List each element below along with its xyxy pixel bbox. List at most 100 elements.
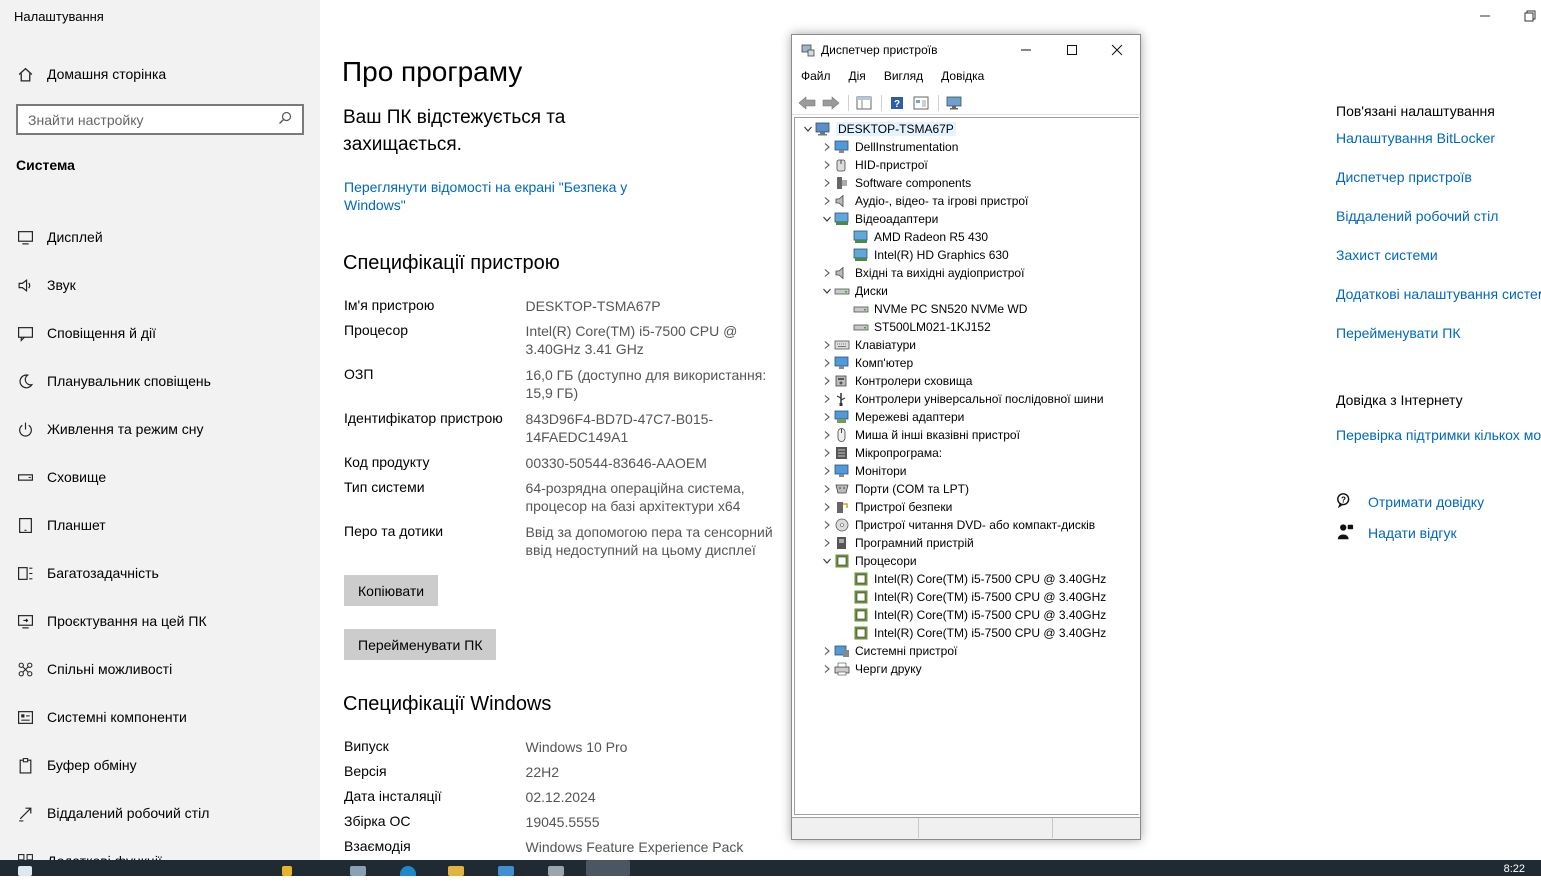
nav-item[interactable]: Планшет (16, 501, 211, 549)
chevron-right-icon[interactable] (820, 138, 834, 156)
nav-item[interactable]: Сповіщення й дії (16, 309, 211, 357)
pinned-app-icon[interactable] (282, 866, 292, 876)
tree-category-node[interactable]: Диски (820, 282, 888, 300)
tree-category-node[interactable]: Відеоадаптери (820, 210, 938, 228)
advanced-system-settings-link[interactable]: Додаткові налаштування системи (1336, 286, 1541, 302)
tree-category-node[interactable]: Порти (COM та LPT) (820, 480, 969, 498)
chevron-down-icon[interactable] (820, 282, 834, 300)
tree-category-node[interactable]: Вхідні та вихідні аудіопристрої (820, 264, 1024, 282)
task-view-icon[interactable] (350, 866, 366, 876)
device-manager-taskbar-icon[interactable] (586, 860, 630, 876)
tree-device-node[interactable]: Intel(R) Core(TM) i5-7500 CPU @ 3.40GHz (839, 588, 1106, 606)
device-manager-link[interactable]: Диспетчер пристроїв (1336, 169, 1472, 185)
chevron-right-icon[interactable] (820, 354, 834, 372)
scan-hardware-icon[interactable] (943, 93, 965, 113)
settings-minimize-button[interactable] (1478, 9, 1492, 23)
tree-device-node[interactable]: Intel(R) HD Graphics 630 (839, 246, 1009, 264)
dm-minimize-button[interactable] (1003, 35, 1049, 65)
chevron-right-icon[interactable] (820, 372, 834, 390)
chevron-right-icon[interactable] (820, 516, 834, 534)
chevron-right-icon[interactable] (820, 174, 834, 192)
tree-device-node[interactable]: ST500LM021-1KJ152 (839, 318, 991, 336)
tree-category-node[interactable]: Мікропрограма: (820, 444, 942, 462)
get-help-link[interactable]: ? Отримати довідку (1336, 492, 1484, 512)
chevron-down-icon[interactable] (801, 120, 815, 138)
tree-device-node[interactable]: Intel(R) Core(TM) i5-7500 CPU @ 3.40GHz (839, 624, 1106, 642)
back-arrow-icon[interactable] (796, 93, 818, 113)
chevron-right-icon[interactable] (820, 156, 834, 174)
tree-category-node[interactable]: Клавіатури (820, 336, 916, 354)
multi-language-support-link[interactable]: Перевірка підтримки кількох мов (1336, 427, 1541, 443)
bitlocker-link[interactable]: Налаштування BitLocker (1336, 130, 1495, 146)
system-protection-link[interactable]: Захист системи (1336, 247, 1438, 263)
chevron-right-icon[interactable] (820, 336, 834, 354)
tree-category-node[interactable]: Миша й інші вказівні пристрої (820, 426, 1020, 444)
settings-restore-button[interactable] (1524, 9, 1536, 23)
settings-taskbar-icon[interactable] (548, 866, 564, 876)
forward-arrow-icon[interactable] (820, 93, 842, 113)
start-icon[interactable] (18, 866, 32, 876)
properties-icon[interactable] (853, 93, 875, 113)
tree-category-node[interactable]: HID-пристрої (820, 156, 928, 174)
tree-category-node[interactable]: Пристрої безпеки (820, 498, 952, 516)
chevron-right-icon[interactable] (820, 426, 834, 444)
menu-file[interactable]: Файл (792, 67, 840, 87)
chevron-right-icon[interactable] (820, 390, 834, 408)
tree-device-node[interactable]: NVMe PC SN520 NVMe WD (839, 300, 1027, 318)
tree-category-node[interactable]: Контролери сховища (820, 372, 972, 390)
nav-item[interactable]: Проєктування на цей ПК (16, 597, 211, 645)
search-input[interactable]: Знайти настройку (16, 104, 304, 135)
tree-category-node[interactable]: Черги друку (820, 660, 922, 678)
chevron-right-icon[interactable] (820, 642, 834, 660)
windows-security-link[interactable]: Переглянути відомості на екрані "Безпека… (344, 178, 644, 214)
give-feedback-link[interactable]: Надати відгук (1336, 523, 1457, 543)
nav-item[interactable]: Системні компоненти (16, 693, 211, 741)
dm-maximize-button[interactable] (1049, 35, 1095, 65)
chevron-right-icon[interactable] (820, 498, 834, 516)
tree-category-node[interactable]: Software components (820, 174, 971, 192)
tree-category-node[interactable]: Комп'ютер (820, 354, 913, 372)
rename-pc-link[interactable]: Перейменувати ПК (1336, 325, 1460, 341)
nav-item[interactable]: Віддалений робочий стіл (16, 789, 211, 837)
tree-device-node[interactable]: Intel(R) Core(TM) i5-7500 CPU @ 3.40GHz (839, 570, 1106, 588)
taskbar-clock[interactable]: 8:22 (1504, 863, 1525, 875)
nav-item[interactable]: Планувальник сповіщень (16, 357, 211, 405)
chevron-right-icon[interactable] (820, 408, 834, 426)
menu-action[interactable]: Дія (840, 67, 875, 87)
tree-root-node[interactable]: DESKTOP-TSMA67P (801, 120, 956, 138)
tree-category-node[interactable]: Пристрої читання DVD- або компакт-дисків (820, 516, 1095, 534)
home-nav-item[interactable]: Домашня сторінка (16, 62, 166, 86)
chevron-right-icon[interactable] (820, 192, 834, 210)
nav-item[interactable]: Спільні можливості (16, 645, 211, 693)
chevron-right-icon[interactable] (820, 264, 834, 282)
chevron-right-icon[interactable] (820, 480, 834, 498)
dm-close-button[interactable] (1094, 35, 1140, 65)
tree-category-node[interactable]: Процесори (820, 552, 917, 570)
tree-category-node[interactable]: DellInstrumentation (820, 138, 958, 156)
chevron-right-icon[interactable] (820, 660, 834, 678)
tree-category-node[interactable]: Програмний пристрій (820, 534, 974, 552)
chevron-down-icon[interactable] (820, 552, 834, 570)
device-manager-titlebar[interactable]: Диспетчер пристроїв (792, 35, 1140, 65)
tree-category-node[interactable]: Системні пристрої (820, 642, 957, 660)
rename-pc-button[interactable]: Перейменувати ПК (344, 629, 497, 660)
tree-category-node[interactable]: Аудіо-, відео- та ігрові пристрої (820, 192, 1028, 210)
nav-item[interactable]: Дисплей (16, 213, 211, 261)
remote-desktop-link[interactable]: Віддалений робочий стіл (1336, 208, 1498, 224)
chevron-down-icon[interactable] (820, 210, 834, 228)
chevron-right-icon[interactable] (820, 444, 834, 462)
help-icon[interactable]: ? (886, 93, 908, 113)
tree-category-node[interactable]: Мережеві адаптери (820, 408, 964, 426)
view-icon[interactable] (910, 93, 932, 113)
store-icon[interactable] (498, 866, 514, 876)
edge-icon[interactable] (400, 866, 416, 876)
nav-item[interactable]: Живлення та режим сну (16, 405, 211, 453)
tree-device-node[interactable]: Intel(R) Core(TM) i5-7500 CPU @ 3.40GHz (839, 606, 1106, 624)
nav-item[interactable]: Багатозадачність (16, 549, 211, 597)
nav-item[interactable]: Сховище (16, 453, 211, 501)
menu-view[interactable]: Вигляд (875, 67, 932, 87)
nav-item[interactable]: Буфер обміну (16, 741, 211, 789)
chevron-right-icon[interactable] (820, 534, 834, 552)
tree-category-node[interactable]: Контролери універсальної послідовної шин… (820, 390, 1104, 408)
nav-item[interactable]: Звук (16, 261, 211, 309)
